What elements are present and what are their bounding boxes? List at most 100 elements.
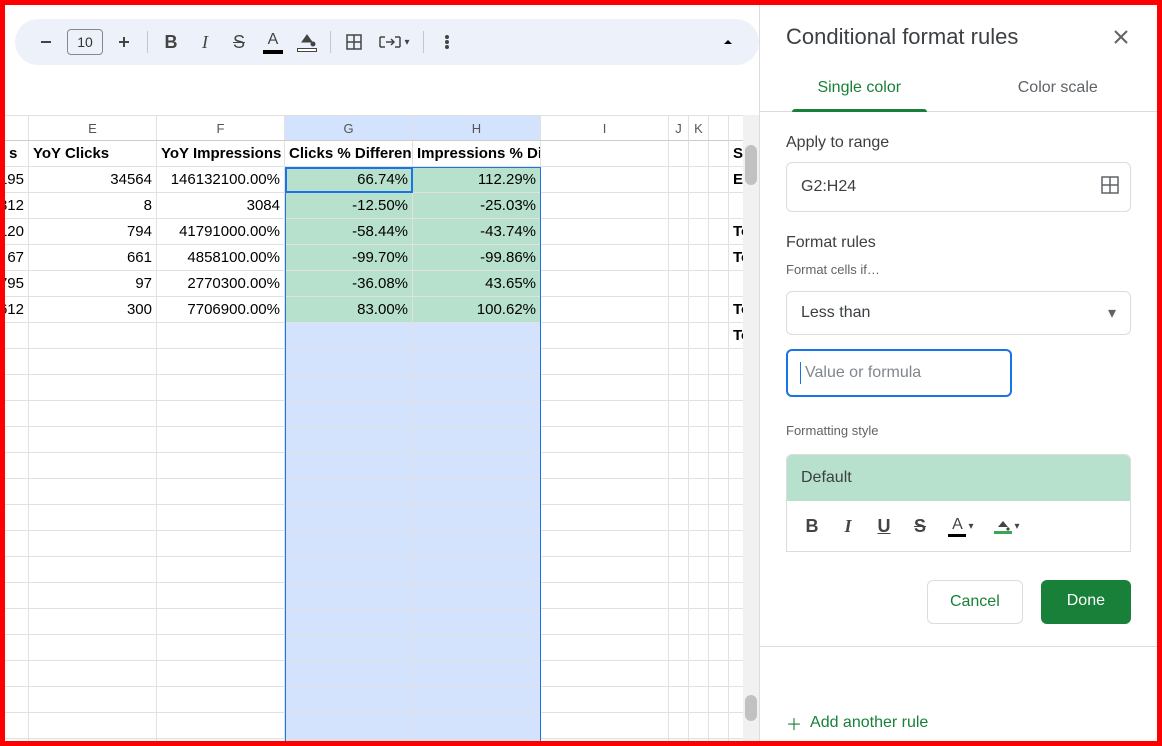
table-cell[interactable] — [541, 453, 669, 479]
table-cell[interactable] — [157, 453, 285, 479]
close-panel-button[interactable] — [1107, 23, 1135, 51]
table-cell[interactable] — [669, 245, 689, 271]
column-header-L[interactable] — [709, 115, 729, 141]
table-cell[interactable] — [285, 349, 413, 375]
vertical-scrollbar[interactable] — [743, 115, 759, 741]
table-cell[interactable] — [689, 583, 709, 609]
header-cell[interactable] — [541, 141, 669, 167]
table-cell[interactable] — [413, 687, 541, 713]
style-fill-color-button[interactable]: ▾ — [985, 509, 1029, 543]
column-header-K[interactable]: K — [689, 115, 709, 141]
done-button[interactable]: Done — [1041, 580, 1131, 624]
table-cell[interactable] — [709, 609, 729, 635]
table-cell[interactable] — [669, 739, 689, 741]
table-cell[interactable] — [413, 583, 541, 609]
table-cell[interactable]: 120 — [5, 219, 29, 245]
table-cell[interactable] — [285, 583, 413, 609]
table-cell[interactable] — [541, 271, 669, 297]
table-cell[interactable] — [669, 453, 689, 479]
table-cell[interactable]: 794 — [29, 219, 157, 245]
table-cell[interactable] — [157, 323, 285, 349]
table-cell[interactable] — [669, 713, 689, 739]
table-cell[interactable]: 97 — [29, 271, 157, 297]
table-cell[interactable] — [689, 479, 709, 505]
table-cell[interactable] — [541, 427, 669, 453]
table-cell[interactable] — [5, 323, 29, 349]
table-cell[interactable] — [669, 219, 689, 245]
table-cell[interactable] — [709, 193, 729, 219]
table-cell[interactable] — [709, 531, 729, 557]
table-cell[interactable] — [5, 427, 29, 453]
table-cell[interactable]: 112.29% — [413, 167, 541, 193]
table-cell[interactable] — [29, 323, 157, 349]
table-cell[interactable] — [285, 323, 413, 349]
table-cell[interactable]: 43.65% — [413, 271, 541, 297]
table-cell[interactable] — [5, 401, 29, 427]
table-cell[interactable]: 100.62% — [413, 297, 541, 323]
table-cell[interactable]: 83.00% — [285, 297, 413, 323]
table-cell[interactable] — [157, 609, 285, 635]
table-cell[interactable] — [413, 375, 541, 401]
table-cell[interactable] — [285, 635, 413, 661]
table-cell[interactable]: 300 — [29, 297, 157, 323]
table-cell[interactable] — [709, 479, 729, 505]
table-cell[interactable] — [709, 713, 729, 739]
header-cell[interactable] — [669, 141, 689, 167]
table-cell[interactable]: -12.50% — [285, 193, 413, 219]
table-cell[interactable] — [689, 297, 709, 323]
table-cell[interactable] — [709, 245, 729, 271]
table-cell[interactable] — [29, 479, 157, 505]
header-cell[interactable] — [709, 141, 729, 167]
table-cell[interactable] — [157, 375, 285, 401]
table-cell[interactable] — [413, 401, 541, 427]
table-cell[interactable] — [541, 739, 669, 741]
header-cell[interactable]: YoY Clicks — [29, 141, 157, 167]
table-cell[interactable]: 8 — [29, 193, 157, 219]
table-cell[interactable] — [669, 505, 689, 531]
spreadsheet-grid[interactable]: EFGHIJK sYoY ClicksYoY ImpressionsClicks… — [5, 115, 759, 741]
condition-dropdown[interactable]: Less than ▾ — [786, 291, 1131, 335]
table-cell[interactable] — [541, 479, 669, 505]
table-cell[interactable] — [689, 167, 709, 193]
table-cell[interactable] — [29, 505, 157, 531]
table-cell[interactable]: -25.03% — [413, 193, 541, 219]
table-cell[interactable] — [413, 609, 541, 635]
table-cell[interactable]: 661 — [29, 245, 157, 271]
column-header-I[interactable]: I — [541, 115, 669, 141]
table-cell[interactable] — [413, 713, 541, 739]
table-cell[interactable] — [157, 687, 285, 713]
table-cell[interactable] — [5, 531, 29, 557]
table-cell[interactable] — [285, 687, 413, 713]
table-cell[interactable] — [413, 453, 541, 479]
table-cell[interactable] — [413, 427, 541, 453]
tab-single-color[interactable]: Single color — [760, 67, 959, 111]
fill-color-button[interactable] — [290, 25, 324, 59]
column-header-G[interactable]: G — [285, 115, 413, 141]
table-cell[interactable] — [709, 557, 729, 583]
table-cell[interactable] — [5, 739, 29, 741]
table-cell[interactable] — [709, 375, 729, 401]
header-cell[interactable]: YoY Impressions — [157, 141, 285, 167]
table-cell[interactable] — [285, 505, 413, 531]
table-cell[interactable] — [413, 479, 541, 505]
table-cell[interactable] — [709, 687, 729, 713]
table-cell[interactable] — [413, 531, 541, 557]
column-header-D[interactable] — [5, 115, 29, 141]
table-cell[interactable]: -58.44% — [285, 219, 413, 245]
table-cell[interactable] — [541, 167, 669, 193]
table-cell[interactable] — [29, 739, 157, 741]
table-cell[interactable] — [689, 609, 709, 635]
table-cell[interactable] — [541, 583, 669, 609]
table-cell[interactable] — [709, 583, 729, 609]
more-options-button[interactable] — [430, 25, 464, 59]
table-cell[interactable] — [157, 531, 285, 557]
table-cell[interactable] — [669, 479, 689, 505]
table-cell[interactable] — [157, 713, 285, 739]
table-cell[interactable] — [689, 635, 709, 661]
font-size-increase-button[interactable] — [107, 25, 141, 59]
table-cell[interactable] — [285, 557, 413, 583]
table-cell[interactable]: 195 — [5, 167, 29, 193]
table-cell[interactable] — [5, 505, 29, 531]
table-cell[interactable] — [709, 297, 729, 323]
table-cell[interactable] — [709, 427, 729, 453]
